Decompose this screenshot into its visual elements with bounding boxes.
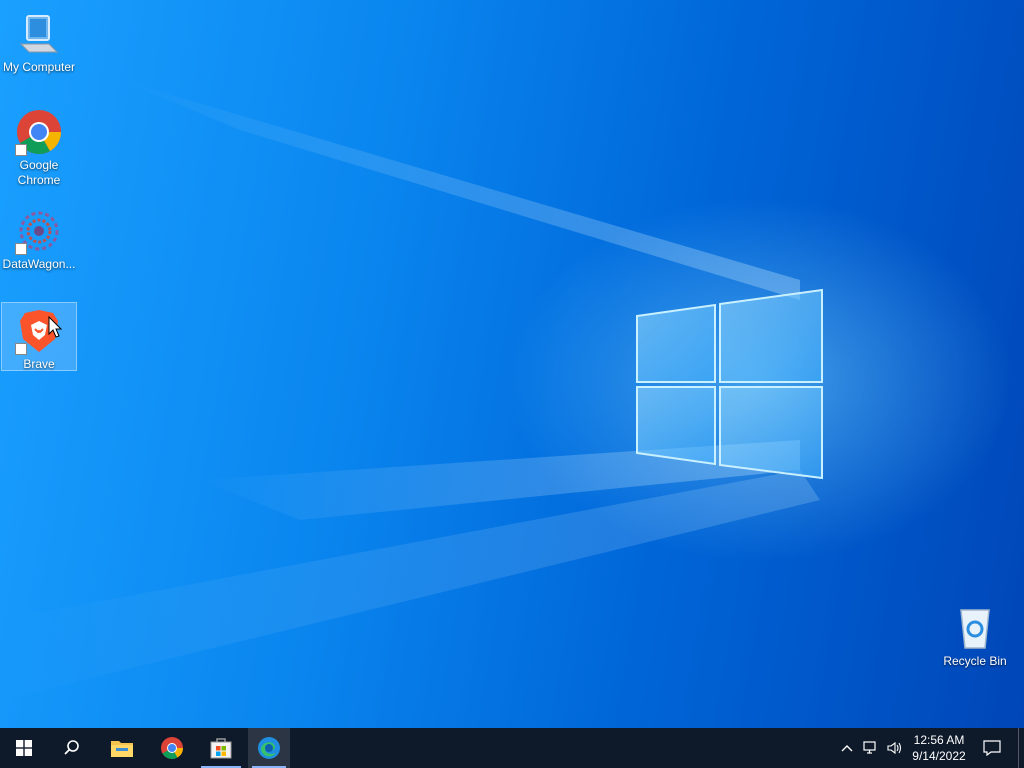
tray-overflow-button[interactable] <box>838 728 856 768</box>
search-icon <box>64 740 79 755</box>
windows-logo-wallpaper <box>636 288 823 480</box>
taskbar-microsoft-store[interactable] <box>197 728 245 768</box>
icon-label: Brave <box>23 357 55 371</box>
icon-label: DataWagon... <box>2 257 76 271</box>
microsoft-store-icon <box>210 738 232 759</box>
network-icon <box>863 741 876 754</box>
icon-label: Google Chrome <box>17 158 61 187</box>
search-button[interactable] <box>48 728 96 768</box>
tray-volume-button[interactable] <box>884 728 906 768</box>
desktop-icon-recycle-bin[interactable]: Recycle Bin <box>937 600 1013 669</box>
desktop-icon-datawagon[interactable]: DataWagon... <box>1 203 77 272</box>
chrome-icon <box>161 737 183 759</box>
clock-time: 12:56 AM <box>913 733 965 747</box>
chevron-up-icon <box>841 745 853 752</box>
shortcut-arrow-icon <box>15 243 27 255</box>
wallpaper-beams <box>0 80 820 700</box>
file-explorer-icon <box>111 741 133 757</box>
volume-icon <box>887 741 902 755</box>
shortcut-arrow-icon <box>15 144 27 156</box>
start-icon <box>16 740 32 756</box>
desktop[interactable]: My Computer Google Chrome DataWagon... B… <box>0 0 1024 728</box>
icon-label: My Computer <box>2 60 76 74</box>
taskbar-clock[interactable]: 12:56 AM 9/14/2022 <box>906 732 972 764</box>
brave-icon <box>15 307 63 355</box>
desktop-icon-my-computer[interactable]: My Computer <box>1 6 77 75</box>
desktop-icon-google-chrome[interactable]: Google Chrome <box>1 104 77 188</box>
taskbar-chrome[interactable] <box>148 728 196 768</box>
datawagon-icon <box>15 207 63 255</box>
edge-icon <box>258 737 280 759</box>
shortcut-arrow-icon <box>15 343 27 355</box>
show-desktop-button[interactable] <box>1018 728 1024 768</box>
computer-icon <box>15 10 63 58</box>
start-button[interactable] <box>0 728 48 768</box>
action-center-button[interactable] <box>978 728 1006 768</box>
taskbar: 12:56 AM 9/14/2022 <box>0 728 1024 768</box>
tray-network-button[interactable] <box>860 728 882 768</box>
icon-label: Recycle Bin <box>943 654 1007 668</box>
desktop-icon-brave[interactable]: Brave <box>1 302 77 371</box>
taskbar-edge[interactable] <box>248 728 290 768</box>
recycle-bin-icon <box>951 604 999 652</box>
clock-date: 9/14/2022 <box>912 749 966 763</box>
chrome-icon <box>15 108 63 156</box>
notification-icon <box>983 740 1001 756</box>
taskbar-file-explorer[interactable] <box>98 728 146 768</box>
